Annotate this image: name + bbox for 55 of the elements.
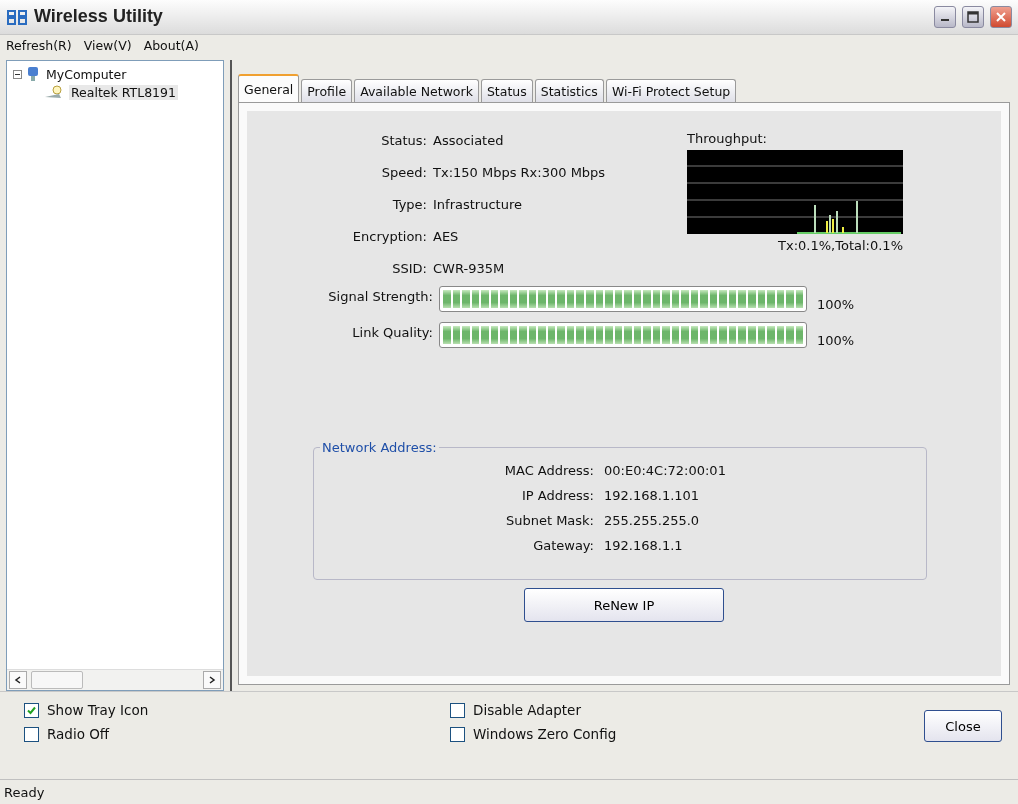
tab[interactable]: Available Network (354, 79, 479, 103)
meter-reading: 100% (816, 331, 856, 348)
field-label: Encryption: (351, 229, 427, 245)
field-value: 192.168.1.101 (604, 488, 701, 504)
tree-item[interactable]: Realtek RTL8191 (69, 84, 178, 100)
menu-item[interactable]: About(A) (143, 37, 199, 53)
minimize-button[interactable] (934, 5, 956, 28)
checkbox[interactable]: Windows Zero Config (450, 726, 750, 743)
field-label: Speed: (380, 165, 427, 181)
field-value: 00:E0:4C:72:00:01 (604, 463, 727, 479)
tab[interactable]: Statistics (534, 79, 604, 103)
tab[interactable]: Wi-Fi Protect Setup (605, 79, 737, 103)
meter-label: Link Quality: (351, 324, 434, 341)
renew-ip-button[interactable]: ReNew IP (524, 588, 724, 623)
checkbox[interactable]: Disable Adapter (450, 702, 750, 719)
field-value: Associated (433, 133, 505, 149)
tab[interactable]: Profile (301, 79, 353, 103)
menu-item[interactable]: View(V) (83, 37, 132, 53)
field-value: 255.255.255.0 (604, 513, 701, 529)
field-label: Status: (380, 133, 427, 149)
field-label: IP Address: (521, 488, 594, 504)
maximize-button[interactable] (962, 5, 984, 28)
horizontal-scrollbar[interactable] (7, 669, 223, 691)
menu-item[interactable]: Refresh(R) (6, 37, 72, 53)
field-label: Type: (391, 197, 427, 213)
close-button[interactable]: Close (924, 710, 1002, 743)
tab[interactable]: Status (480, 79, 533, 103)
collapse-icon[interactable] (13, 69, 22, 79)
window-title: Wireless Utility (34, 6, 164, 28)
minimize-icon (941, 18, 949, 21)
close-icon[interactable] (990, 5, 1012, 28)
computer-icon (26, 66, 40, 83)
field-label: Subnet Mask: (504, 513, 594, 529)
throughput-title: Throughput: (687, 131, 768, 147)
field-value: 192.168.1.1 (604, 538, 684, 554)
checkbox[interactable]: Radio Off (24, 726, 450, 743)
meter-reading: 100% (816, 295, 856, 312)
maximize-icon (967, 10, 979, 23)
network-icon (6, 7, 28, 26)
group-title: Network Address: (321, 440, 438, 456)
throughput-reading: Tx:0.1%,Total:0.1% (778, 238, 903, 254)
meter-label: Signal Strength: (327, 288, 434, 305)
scroll-right-icon (208, 676, 216, 685)
checkbox[interactable]: Show Tray Icon (24, 702, 450, 719)
field-value: AES (433, 229, 460, 245)
field-value: Infrastructure (433, 197, 523, 213)
field-value: Tx:150 Mbps Rx:300 Mbps (433, 165, 606, 181)
field-label: MAC Address: (503, 463, 594, 479)
check-icon (26, 704, 37, 716)
scroll-left-icon (14, 676, 22, 685)
field-label: SSID: (391, 261, 427, 277)
field-value: CWR-935M (433, 261, 506, 277)
tree-item[interactable]: MyComputer (44, 66, 129, 82)
field-label: Gateway: (532, 538, 594, 554)
tab[interactable]: General (238, 74, 300, 103)
